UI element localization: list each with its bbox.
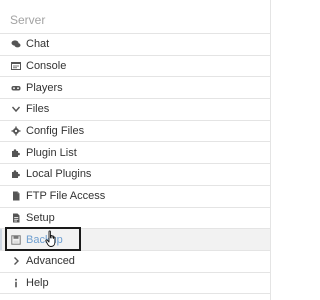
- sidebar-item-config-files[interactable]: Config Files: [0, 121, 270, 143]
- active-indicator: [0, 229, 2, 250]
- sidebar-item-label: FTP File Access: [26, 190, 106, 203]
- sidebar-item-backup[interactable]: Backup: [0, 227, 270, 252]
- puzzle-icon: [10, 168, 22, 180]
- sidebar-item-label: Help: [26, 276, 49, 289]
- chevron-right-icon: [10, 255, 22, 267]
- sidebar-item-local-plugins[interactable]: Local Plugins: [0, 164, 270, 186]
- sidebar-item-label: Config Files: [26, 125, 85, 138]
- sidebar-item-label: Local Plugins: [26, 168, 92, 181]
- sidebar-item-advanced[interactable]: Advanced: [0, 251, 270, 273]
- sidebar-item-label: Backup: [26, 233, 63, 246]
- sidebar-item-label: Plugin List: [26, 146, 77, 159]
- gamepad-icon: [10, 82, 22, 94]
- gear-icon: [10, 125, 22, 137]
- sidebar-item-label: Setup: [26, 211, 55, 224]
- sidebar-item-label: Console: [26, 60, 67, 73]
- sidebar-item-label: Chat: [26, 38, 50, 51]
- sidebar-item-label: Players: [26, 81, 63, 94]
- sidebar-item-players[interactable]: Players: [0, 77, 270, 100]
- sidebar-item-label: Files: [26, 103, 50, 116]
- puzzle-icon: [10, 147, 22, 159]
- chevron-down-icon: [10, 103, 22, 115]
- sidebar-item-ftp-file-access[interactable]: FTP File Access: [0, 186, 270, 208]
- sidebar-item-plugin-list[interactable]: Plugin List: [0, 142, 270, 165]
- sidebar-item-setup[interactable]: Setup: [0, 208, 270, 230]
- chat-bubbles-icon: [10, 38, 22, 50]
- sidebar-item-chat[interactable]: Chat: [0, 34, 270, 56]
- terminal-icon: [10, 60, 22, 72]
- file-text-icon: [10, 212, 22, 224]
- sidebar-title: Server: [0, 0, 270, 34]
- sidebar-item-files[interactable]: Files: [0, 99, 270, 121]
- info-icon: [10, 277, 22, 289]
- save-icon: [10, 234, 22, 246]
- sidebar-item-label: Advanced: [26, 255, 75, 268]
- server-sidebar: Server Chat Console Players Files Config…: [0, 0, 271, 300]
- file-icon: [10, 190, 22, 202]
- sidebar-item-help[interactable]: Help: [0, 273, 270, 295]
- sidebar-item-console[interactable]: Console: [0, 56, 270, 78]
